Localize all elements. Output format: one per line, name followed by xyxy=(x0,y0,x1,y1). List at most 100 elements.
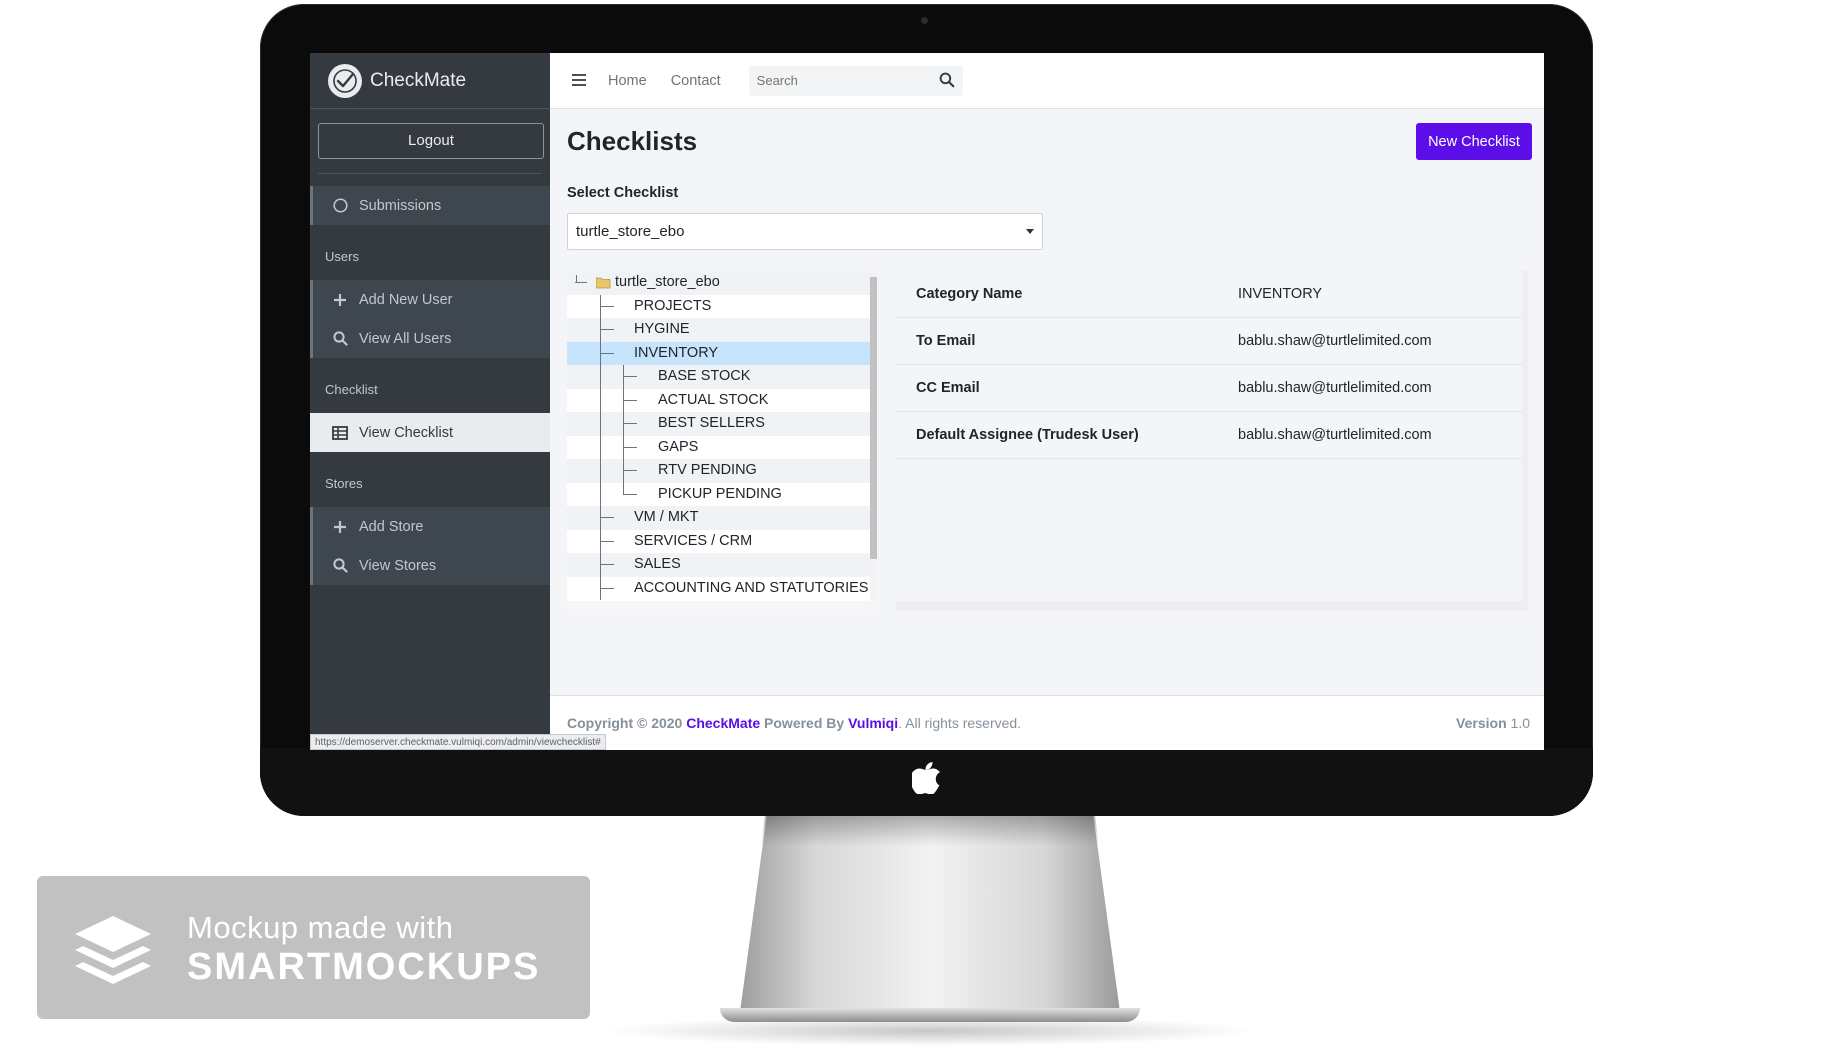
tree-node[interactable]: HYGINE xyxy=(567,318,877,342)
navbar-search xyxy=(748,65,963,96)
tree-connector xyxy=(600,365,601,389)
search-icon xyxy=(939,72,955,87)
tree-node-label: RTV PENDING xyxy=(658,462,757,478)
watermark-line1: Mockup made with xyxy=(187,910,454,945)
nav-link-home[interactable]: Home xyxy=(608,73,647,89)
tree-connector xyxy=(576,275,577,283)
detail-key: To Email xyxy=(916,333,976,349)
checklist-select[interactable]: turtle_store_ebo xyxy=(567,213,1043,250)
page-title: Checklists xyxy=(567,126,698,156)
tree-node[interactable]: PROJECTS xyxy=(567,294,877,318)
detail-row-default-assignee: Default Assignee (Trudesk User) bablu.sh… xyxy=(896,412,1522,459)
sidebar-item-label: Add New User xyxy=(359,291,453,308)
tree-connector xyxy=(600,482,601,506)
tree-node-label: PROJECTS xyxy=(634,297,712,314)
smartmockups-watermark: Mockup made with SMARTMOCKUPS xyxy=(37,876,590,1019)
tree-node-label: INVENTORY xyxy=(634,344,719,361)
tree-node-label: ACCOUNTING AND STATUTORIES xyxy=(634,579,869,596)
checklist-select-value: turtle_store_ebo xyxy=(576,223,685,240)
tree-node-selected[interactable]: INVENTORY xyxy=(567,341,877,365)
tree-connector xyxy=(600,435,601,459)
folder-open-icon xyxy=(596,277,611,289)
tree-connector xyxy=(600,329,614,330)
tree-node-root[interactable]: turtle_store_ebo xyxy=(567,271,877,295)
tree-node[interactable]: VM / MKT xyxy=(567,506,877,530)
search-icon xyxy=(331,558,349,573)
menu-toggle-icon[interactable] xyxy=(572,70,586,91)
browser-status-url: https://demoserver.checkmate.vulmiqi.com… xyxy=(310,734,606,750)
caret-down-icon xyxy=(1026,229,1034,234)
detail-value: INVENTORY xyxy=(1238,286,1323,302)
category-details: Category Name INVENTORY To Email bablu.s… xyxy=(896,271,1536,611)
search-input[interactable] xyxy=(756,73,927,88)
tree-node-child[interactable]: GAPS xyxy=(567,435,877,459)
sidebar-item-view-stores[interactable]: View Stores xyxy=(310,546,550,585)
tree-node-label: BASE STOCK xyxy=(658,368,751,384)
tree-node-label: HYGINE xyxy=(634,321,690,337)
tree-connector xyxy=(600,517,614,518)
new-checklist-button[interactable]: New Checklist xyxy=(1416,123,1532,160)
details-vertical-scrollbar[interactable] xyxy=(1522,271,1528,611)
tree-node-label: GAPS xyxy=(658,438,699,455)
logout-button[interactable]: Logout xyxy=(318,123,544,159)
details-horizontal-scrollbar[interactable] xyxy=(896,601,1528,611)
tree-connector xyxy=(600,388,601,412)
tree-node-label: BEST SELLERS xyxy=(658,415,765,431)
detail-key: CC Email xyxy=(916,380,980,396)
camera-dot xyxy=(921,17,928,24)
checklist-tree: turtle_store_ebo PROJECTS HYGINE INVENTO… xyxy=(567,271,877,611)
tree-node-child[interactable]: ACTUAL STOCK xyxy=(567,388,877,412)
tree-node-child[interactable]: BEST SELLERS xyxy=(567,412,877,436)
nav-header-stores: Stores xyxy=(325,476,363,491)
monitor-stand-shadow xyxy=(761,816,1099,846)
tree-scroll-thumb[interactable] xyxy=(870,277,877,559)
tree-horizontal-scrollbar[interactable] xyxy=(567,601,877,611)
detail-key: Category Name xyxy=(916,286,1023,302)
tree-node-label: VM / MKT xyxy=(634,509,699,525)
layers-icon xyxy=(75,916,151,984)
tree-node-child[interactable]: PICKUP PENDING xyxy=(567,482,877,506)
tree-node-label: ACTUAL STOCK xyxy=(658,391,769,408)
tree-connector xyxy=(600,305,614,307)
table-icon xyxy=(331,425,349,440)
footer-company-link[interactable]: Vulmiqi xyxy=(848,715,898,731)
sidebar-item-submissions[interactable]: Submissions xyxy=(310,186,550,225)
tree-node[interactable]: ACCOUNTING AND STATUTORIES xyxy=(567,576,877,600)
tree-node[interactable]: SERVICES / CRM xyxy=(567,529,877,553)
tree-connector xyxy=(623,399,637,401)
sidebar-item-add-new-user[interactable]: Add New User xyxy=(310,280,550,319)
tree-node[interactable]: SALES xyxy=(567,553,877,577)
tree-node-child[interactable]: RTV PENDING xyxy=(567,459,877,483)
brand-name: CheckMate xyxy=(370,69,467,91)
search-button[interactable] xyxy=(939,72,957,90)
watermark-line2: SMARTMOCKUPS xyxy=(187,946,541,988)
apple-logo-icon xyxy=(912,762,940,794)
sidebar-item-label: View Checklist xyxy=(359,424,454,441)
sidebar-item-label: Submissions xyxy=(359,197,442,214)
tree-connector xyxy=(600,587,614,589)
sidebar-item-view-all-users[interactable]: View All Users xyxy=(310,319,550,358)
tree-connector xyxy=(600,564,614,565)
mockup-stage: CheckMate Logout Submissions Users Add N… xyxy=(0,0,1844,1055)
sidebar-item-view-checklist[interactable]: View Checklist xyxy=(310,413,550,452)
detail-value: bablu.shaw@turtlelimited.com xyxy=(1238,333,1432,349)
footer-app-link[interactable]: CheckMate xyxy=(686,715,760,731)
checkmate-logo-icon xyxy=(328,63,362,98)
tree-node-label: SALES xyxy=(634,556,681,572)
app-screen: CheckMate Logout Submissions Users Add N… xyxy=(310,53,1544,750)
tree-connector xyxy=(600,540,614,542)
detail-row-to-email: To Email bablu.shaw@turtlelimited.com xyxy=(896,318,1522,365)
circle-icon xyxy=(331,198,349,213)
tree-connector xyxy=(623,446,637,448)
tree-vertical-scrollbar[interactable] xyxy=(870,271,877,611)
footer-copyright: Copyright © 2020 CheckMate Powered By Vu… xyxy=(567,715,1022,731)
tree-node-child[interactable]: BASE STOCK xyxy=(567,365,877,389)
sidebar-item-label: View All Users xyxy=(359,330,452,347)
sidebar-item-add-store[interactable]: Add Store xyxy=(310,507,550,546)
brand[interactable]: CheckMate xyxy=(310,53,550,109)
nav-header-users: Users xyxy=(325,249,359,264)
sidebar-item-label: Add Store xyxy=(359,518,424,535)
tree-connector xyxy=(623,493,637,495)
nav-link-contact[interactable]: Contact xyxy=(671,73,721,89)
tree-connector xyxy=(623,423,637,424)
